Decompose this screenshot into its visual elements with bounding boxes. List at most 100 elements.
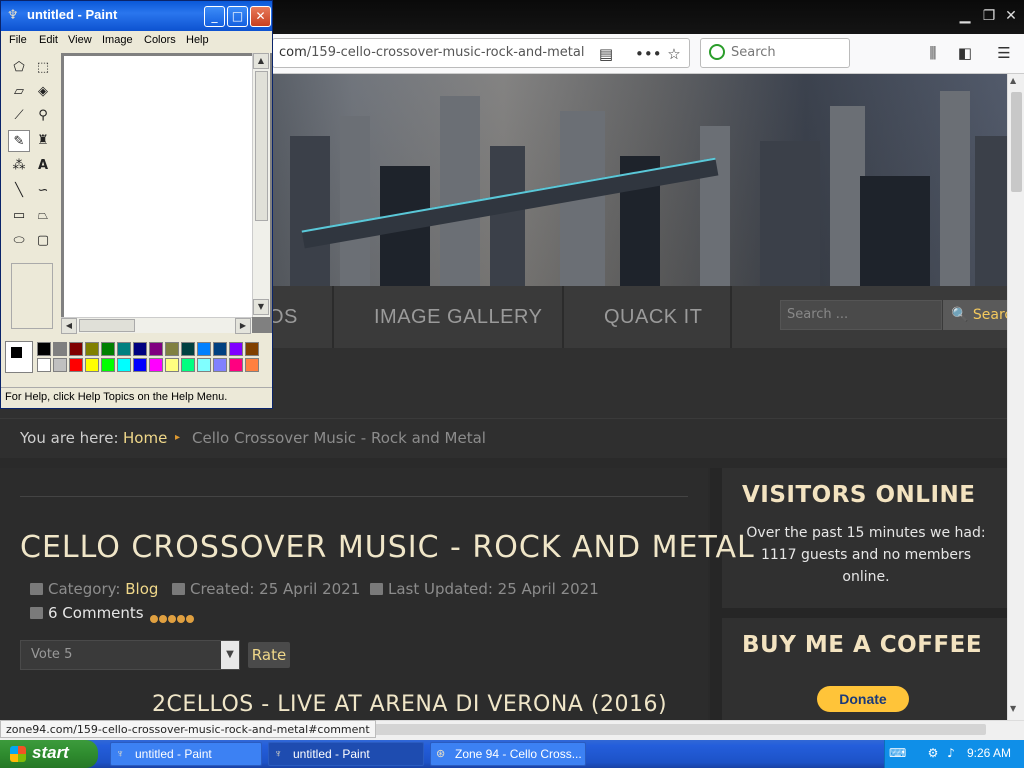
nav-item-image-gallery[interactable]: IMAGE GALLERY bbox=[374, 286, 542, 348]
paint-vscroll-thumb[interactable] bbox=[255, 71, 268, 221]
color-swatch[interactable] bbox=[101, 342, 115, 356]
menu-view[interactable]: View bbox=[68, 34, 92, 46]
scrollbar-thumb[interactable] bbox=[1011, 92, 1022, 192]
comments-link[interactable]: 6 Comments bbox=[30, 604, 144, 622]
magnifier-icon[interactable]: ⚲ bbox=[32, 105, 54, 127]
color-swatch[interactable] bbox=[165, 342, 179, 356]
restore-icon[interactable]: ❐ bbox=[978, 6, 1000, 26]
pencil-icon[interactable]: ✎ bbox=[8, 130, 30, 152]
free-select-icon[interactable]: ⬠ bbox=[8, 57, 30, 79]
page-actions-icon[interactable]: ••• bbox=[635, 43, 662, 65]
network-icon[interactable]: ⚙ bbox=[925, 746, 941, 762]
url-bar[interactable]: com/159-cello-crossover-music-rock-and-m… bbox=[272, 38, 690, 68]
scroll-up-icon[interactable]: ▲ bbox=[253, 53, 269, 69]
curve-tool-icon[interactable]: ∽ bbox=[32, 180, 54, 202]
menu-colors[interactable]: Colors bbox=[144, 34, 176, 46]
menu-file[interactable]: File bbox=[9, 34, 27, 46]
color-swatch[interactable] bbox=[149, 342, 163, 356]
color-swatch[interactable] bbox=[197, 342, 211, 356]
browser-search-box[interactable]: Search bbox=[700, 38, 850, 68]
sidebar-icon[interactable]: ◧ bbox=[954, 42, 976, 64]
color-swatch[interactable] bbox=[245, 358, 259, 372]
color-swatch[interactable] bbox=[133, 342, 147, 356]
donate-button[interactable]: Donate bbox=[817, 686, 909, 712]
rect-select-icon[interactable]: ⬚ bbox=[32, 57, 54, 79]
taskbar-item-paint-2[interactable]: ♆ untitled - Paint bbox=[268, 742, 424, 766]
color-swatch[interactable] bbox=[37, 358, 51, 372]
color-swatch[interactable] bbox=[165, 358, 179, 372]
color-swatch[interactable] bbox=[101, 358, 115, 372]
color-swatch[interactable] bbox=[229, 358, 243, 372]
category-label: Category: bbox=[48, 580, 121, 598]
category-link[interactable]: Blog bbox=[125, 580, 158, 598]
site-search-input[interactable]: Search ... bbox=[780, 300, 942, 330]
paint-vertical-scrollbar[interactable]: ▲ ▼ bbox=[252, 53, 270, 317]
vote-select[interactable]: Vote 5 ▼ bbox=[20, 640, 240, 670]
reader-view-icon[interactable]: ▤ bbox=[595, 43, 617, 65]
brush-icon[interactable]: ♜ bbox=[32, 130, 54, 152]
menu-icon[interactable]: ☰ bbox=[993, 42, 1015, 64]
scroll-left-icon[interactable]: ◀ bbox=[61, 318, 77, 334]
color-swatch[interactable] bbox=[85, 358, 99, 372]
keyboard-icon[interactable]: ⌨ bbox=[889, 746, 906, 762]
menu-image[interactable]: Image bbox=[102, 34, 133, 46]
color-swatch[interactable] bbox=[133, 358, 147, 372]
nav-item-quack-it[interactable]: QUACK IT bbox=[604, 286, 702, 348]
color-swatch[interactable] bbox=[149, 358, 163, 372]
paint-titlebar[interactable]: ♆ untitled - Paint _ □ ✕ bbox=[1, 1, 272, 31]
line-tool-icon[interactable]: ╲ bbox=[8, 180, 30, 202]
color-swatch[interactable] bbox=[85, 342, 99, 356]
minimize-icon[interactable]: ▁ bbox=[954, 6, 976, 26]
color-swatch[interactable] bbox=[181, 342, 195, 356]
site-search-button[interactable]: 🔍 Search bbox=[943, 300, 1007, 330]
paint-hscroll-thumb[interactable] bbox=[79, 319, 135, 332]
close-icon[interactable]: ✕ bbox=[1000, 6, 1022, 26]
rectangle-tool-icon[interactable]: ▭ bbox=[8, 205, 30, 227]
color-swatch[interactable] bbox=[213, 358, 227, 372]
color-swatch[interactable] bbox=[229, 342, 243, 356]
breadcrumb-home-link[interactable]: Home bbox=[123, 429, 167, 447]
scroll-down-icon[interactable]: ▼ bbox=[1010, 704, 1016, 713]
color-swatch[interactable] bbox=[117, 358, 131, 372]
color-swatch[interactable] bbox=[181, 358, 195, 372]
color-swatch[interactable] bbox=[69, 342, 83, 356]
start-button[interactable]: start bbox=[0, 740, 98, 768]
paint-minimize-icon[interactable]: _ bbox=[204, 6, 225, 27]
scroll-right-icon[interactable]: ▶ bbox=[235, 318, 251, 334]
color-swatch[interactable] bbox=[53, 342, 67, 356]
color-picker-icon[interactable]: ⟋ bbox=[8, 105, 30, 127]
page-vertical-scrollbar[interactable]: ▲ ▼ bbox=[1007, 74, 1024, 720]
comments-count[interactable]: 6 Comments bbox=[48, 604, 144, 622]
color-swatch[interactable] bbox=[117, 342, 131, 356]
rounded-rect-tool-icon[interactable]: ▢ bbox=[32, 230, 54, 252]
menu-edit[interactable]: Edit bbox=[39, 34, 58, 46]
bookmark-star-icon[interactable]: ☆ bbox=[663, 43, 685, 65]
color-swatch[interactable] bbox=[37, 342, 51, 356]
color-swatch[interactable] bbox=[213, 342, 227, 356]
taskbar-item-label: Zone 94 - Cello Cross... bbox=[455, 747, 582, 761]
fill-bucket-icon[interactable]: ◈ bbox=[32, 81, 54, 103]
ellipse-tool-icon[interactable]: ⬭ bbox=[8, 230, 30, 252]
library-icon[interactable]: ⫼ bbox=[922, 42, 944, 64]
menu-help[interactable]: Help bbox=[186, 34, 209, 46]
color-swatch[interactable] bbox=[197, 358, 211, 372]
paint-maximize-icon[interactable]: □ bbox=[227, 6, 248, 27]
eraser-icon[interactable]: ▱ bbox=[8, 81, 30, 103]
color-swatch[interactable] bbox=[69, 358, 83, 372]
polygon-tool-icon[interactable]: ⏢ bbox=[32, 205, 54, 227]
rate-button[interactable]: Rate bbox=[248, 642, 290, 668]
scroll-down-icon[interactable]: ▼ bbox=[253, 299, 269, 315]
color-swatch[interactable] bbox=[245, 342, 259, 356]
volume-icon[interactable]: ♪ bbox=[943, 746, 959, 762]
scroll-up-icon[interactable]: ▲ bbox=[1010, 76, 1016, 85]
chevron-down-icon[interactable]: ▼ bbox=[221, 641, 239, 669]
drawing-canvas[interactable] bbox=[64, 56, 252, 318]
tool-options[interactable] bbox=[11, 263, 53, 329]
text-tool-icon[interactable]: A bbox=[32, 155, 54, 177]
taskbar-item-paint-1[interactable]: ♆ untitled - Paint bbox=[110, 742, 262, 766]
taskbar-item-browser[interactable]: ⊛ Zone 94 - Cello Cross... bbox=[430, 742, 586, 766]
paint-horizontal-scrollbar[interactable]: ◀ ▶ bbox=[61, 317, 252, 334]
paint-close-icon[interactable]: ✕ bbox=[250, 6, 271, 27]
color-swatch[interactable] bbox=[53, 358, 67, 372]
airbrush-icon[interactable]: ⁂ bbox=[8, 155, 30, 177]
